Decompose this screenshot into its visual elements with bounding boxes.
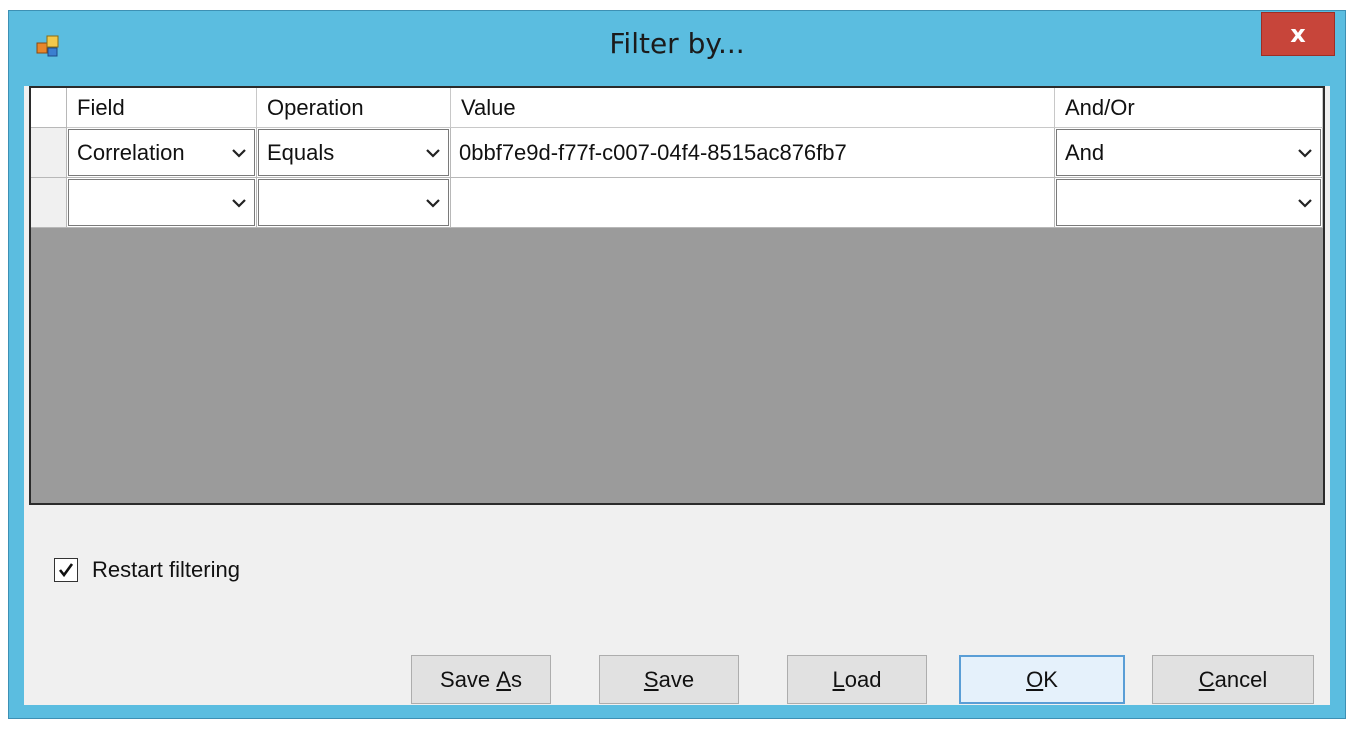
- column-header-field[interactable]: Field: [67, 88, 257, 128]
- filter-grid: Field Operation Value And/Or Correlation…: [29, 86, 1325, 505]
- chevron-down-icon[interactable]: [224, 180, 254, 225]
- andor-value: And: [1065, 140, 1105, 165]
- table-row-operation-cell[interactable]: [257, 178, 451, 228]
- corner-header: [31, 88, 67, 128]
- cancel-label-post: ancel: [1214, 666, 1268, 692]
- field-value: Correlation: [77, 140, 185, 165]
- filter-dialog: Filter by... x Field Operation Value And…: [8, 10, 1346, 719]
- save-as-label-key: A: [496, 666, 511, 692]
- cancel-label-key: C: [1198, 666, 1215, 692]
- close-button[interactable]: x: [1261, 12, 1335, 56]
- column-header-value[interactable]: Value: [451, 88, 1055, 128]
- save-label-key: S: [643, 666, 659, 692]
- andor-combobox[interactable]: [1056, 179, 1321, 226]
- ok-button[interactable]: OK: [959, 655, 1125, 704]
- table-row-andor-cell[interactable]: [1055, 178, 1323, 228]
- restart-filtering-option[interactable]: Restart filtering: [54, 554, 240, 586]
- window-title: Filter by...: [609, 27, 745, 60]
- operation-value: Equals: [267, 140, 335, 165]
- dialog-client-area: Field Operation Value And/Or Correlation…: [24, 86, 1330, 705]
- restart-filtering-label[interactable]: Restart filtering: [92, 557, 240, 583]
- save-as-label-pre: Save: [440, 666, 497, 692]
- operation-combobox[interactable]: [258, 179, 449, 226]
- field-combobox[interactable]: [68, 179, 255, 226]
- table-row-field-cell[interactable]: Correlation: [67, 128, 257, 178]
- chevron-down-icon[interactable]: [1290, 130, 1320, 175]
- load-button[interactable]: Load: [787, 655, 927, 704]
- cancel-button[interactable]: Cancel: [1152, 655, 1314, 704]
- andor-combobox[interactable]: And: [1056, 129, 1321, 176]
- row-header[interactable]: [31, 178, 67, 228]
- save-button[interactable]: Save: [599, 655, 739, 704]
- chevron-down-icon[interactable]: [418, 130, 448, 175]
- checkmark-icon: [58, 563, 74, 578]
- save-as-label-post: s: [510, 666, 522, 692]
- value-cell[interactable]: 0bbf7e9d-f77f-c007-04f4-8515ac876fb7: [451, 128, 1055, 178]
- chevron-down-icon[interactable]: [418, 180, 448, 225]
- save-as-button[interactable]: Save As: [411, 655, 551, 704]
- column-header-operation[interactable]: Operation: [257, 88, 451, 128]
- operation-combobox[interactable]: Equals: [258, 129, 449, 176]
- row-header[interactable]: [31, 128, 67, 178]
- chevron-down-icon[interactable]: [224, 130, 254, 175]
- table-row-operation-cell[interactable]: Equals: [257, 128, 451, 178]
- value-cell[interactable]: [451, 178, 1055, 228]
- table-row-field-cell[interactable]: [67, 178, 257, 228]
- ok-label-post: K: [1043, 666, 1058, 692]
- load-label-post: oad: [844, 666, 882, 692]
- field-combobox[interactable]: Correlation: [68, 129, 255, 176]
- table-row-andor-cell[interactable]: And: [1055, 128, 1323, 178]
- column-header-andor[interactable]: And/Or: [1055, 88, 1323, 128]
- save-label-post: ave: [658, 666, 695, 692]
- close-icon: x: [1290, 20, 1306, 48]
- value-text: 0bbf7e9d-f77f-c007-04f4-8515ac876fb7: [459, 140, 847, 165]
- restart-filtering-checkbox[interactable]: [54, 558, 78, 582]
- ok-label-key: O: [1026, 666, 1044, 692]
- load-label-key: L: [832, 666, 845, 692]
- chevron-down-icon[interactable]: [1290, 180, 1320, 225]
- title-bar: Filter by... x: [9, 11, 1345, 85]
